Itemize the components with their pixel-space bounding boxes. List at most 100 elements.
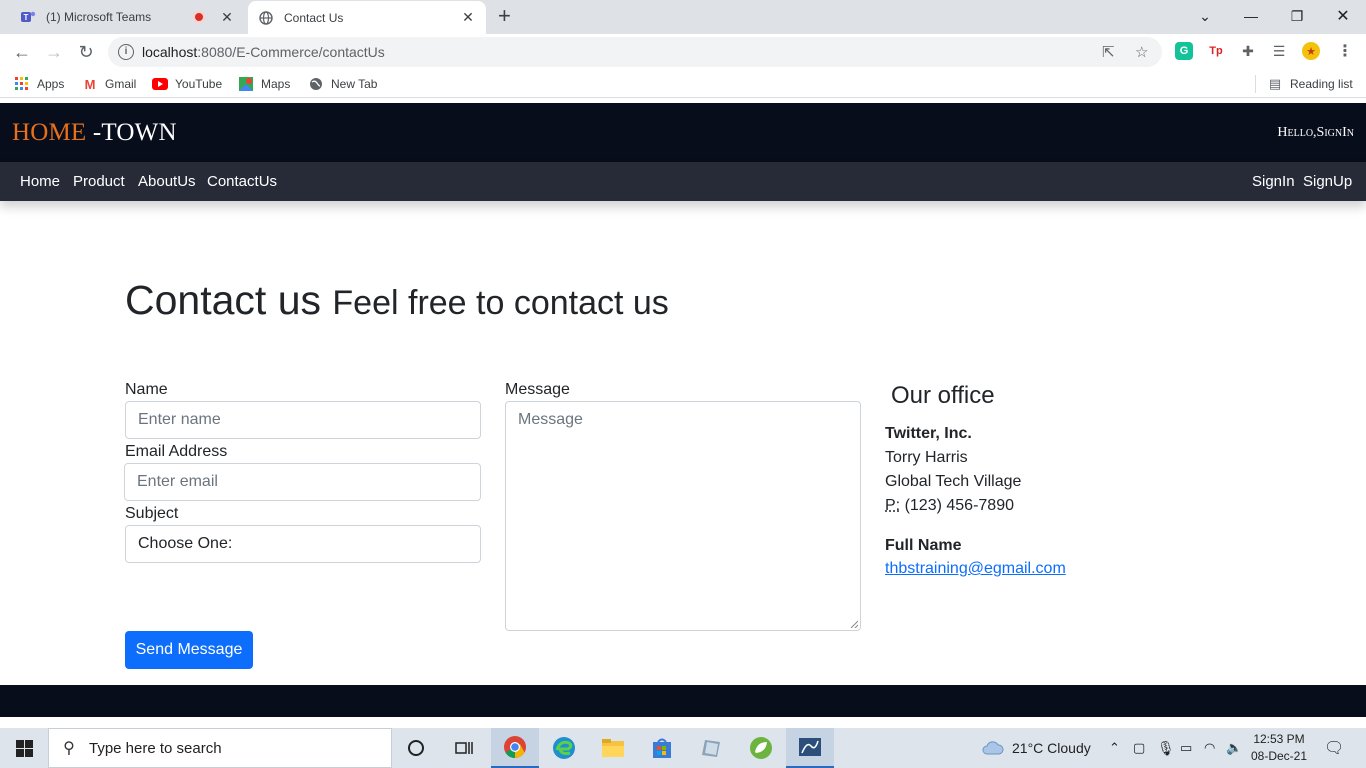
page-subtitle: Feel free to contact us <box>332 284 669 322</box>
minimize-button[interactable]: — <box>1228 0 1274 32</box>
office-address-line1: Torry Harris <box>885 449 968 466</box>
bookmark-star-icon[interactable]: ☆ <box>1135 43 1148 61</box>
back-arrow-icon[interactable]: ← <box>10 40 34 64</box>
clock-date: 08-Dec-21 <box>1250 749 1308 763</box>
new-tab-button[interactable]: + <box>498 5 511 27</box>
close-window-button[interactable]: ✕ <box>1320 0 1366 32</box>
site-info-icon[interactable]: i <box>118 44 134 60</box>
restore-button[interactable]: ❐ <box>1274 0 1320 32</box>
close-tab-icon[interactable]: ✕ <box>219 9 235 26</box>
reading-list-button[interactable]: ▤ Reading list <box>1267 76 1353 92</box>
grammarly-icon[interactable]: G <box>1175 42 1193 60</box>
tp-icon[interactable]: Tp <box>1207 42 1225 60</box>
battery-icon[interactable]: ▭ <box>1180 728 1192 768</box>
phone-number: (123) 456-7890 <box>900 497 1014 514</box>
resize-handle-icon[interactable] <box>850 620 858 628</box>
tab-search-chevron-icon[interactable]: ⌄ <box>1182 0 1228 32</box>
forward-arrow-icon[interactable]: → <box>42 40 66 64</box>
menu-dots-icon[interactable]: ⋮ <box>1336 42 1354 60</box>
tab-label: (1) Microsoft Teams <box>46 10 152 24</box>
globe-icon <box>258 10 274 26</box>
system-clock[interactable]: 12:53 PM 08-Dec-21 <box>1248 731 1310 765</box>
close-tab-icon[interactable]: ✕ <box>460 9 476 26</box>
volume-icon[interactable]: 🔈 <box>1226 728 1242 768</box>
nav-aboutus[interactable]: AboutUs <box>138 173 196 190</box>
apps-grid-icon <box>14 76 30 92</box>
taskbar-search-box[interactable]: ⚲ Type here to search <box>48 728 392 768</box>
subject-select[interactable]: Choose One: <box>125 525 481 563</box>
windows-taskbar: ⚲ Type here to search 21°C Cloudy ⌃ ▢ 🎙 … <box>0 728 1366 768</box>
windows-start-button[interactable] <box>0 728 48 768</box>
notebook-app-icon[interactable] <box>687 728 735 768</box>
greeting-link[interactable]: Hello,SignIn <box>1277 125 1354 141</box>
meet-now-icon[interactable]: ▢ <box>1133 728 1145 768</box>
tab-microsoft-teams[interactable]: T (1) Microsoft Teams ✕ <box>10 1 245 33</box>
profile-icon[interactable]: ★ <box>1302 42 1320 60</box>
email-label: Email Address <box>125 443 228 460</box>
share-icon[interactable]: ⇱ <box>1102 43 1115 61</box>
sql-tool-icon[interactable] <box>786 728 834 768</box>
bookmark-gmail[interactable]: M Gmail <box>82 76 137 92</box>
cortana-icon[interactable] <box>392 728 440 768</box>
nav-signin[interactable]: SignIn <box>1252 173 1295 190</box>
message-placeholder: Message <box>518 411 583 428</box>
tab-label: Contact Us <box>284 10 344 25</box>
reload-icon[interactable]: ↻ <box>74 40 98 64</box>
clock-time: 12:53 PM <box>1253 732 1305 746</box>
weather-text: 21°C Cloudy <box>1012 740 1091 756</box>
store-icon[interactable] <box>638 728 686 768</box>
brand-town-text: -TOWN <box>86 119 177 146</box>
nav-product[interactable]: Product <box>73 173 125 190</box>
edge-taskbar-icon[interactable] <box>540 728 588 768</box>
nav-signup[interactable]: SignUp <box>1303 173 1352 190</box>
spring-tool-icon[interactable] <box>737 728 785 768</box>
svg-text:T: T <box>24 13 29 22</box>
notifications-icon[interactable]: 🗨 <box>1324 728 1344 768</box>
tab-contact-us[interactable]: Contact Us ✕ <box>248 1 486 34</box>
name-label: Name <box>125 381 168 398</box>
browser-toolbar: ← → ↻ i localhost:8080/E-Commerce/contac… <box>0 34 1366 70</box>
send-message-button[interactable]: Send Message <box>125 631 253 669</box>
brand-logo[interactable]: HOME -TOWN <box>12 119 177 147</box>
bookmark-label: Apps <box>37 77 65 91</box>
page-title: Contact us Feel free to contact us <box>125 277 669 324</box>
bookmark-apps[interactable]: Apps <box>14 76 64 92</box>
bookmarks-bar: Apps M Gmail YouTube Maps New Tab ▤ Read… <box>0 70 1366 98</box>
main-nav: Home Product AboutUs ContactUs SignIn Si… <box>0 162 1366 201</box>
email-input[interactable]: Enter email <box>124 463 481 501</box>
search-placeholder: Type here to search <box>89 739 222 757</box>
bookmark-youtube[interactable]: YouTube <box>152 76 222 92</box>
browser-tab-strip: T (1) Microsoft Teams ✕ Contact Us ✕ + ⌄… <box>0 0 1366 34</box>
message-textarea[interactable]: Message <box>505 401 861 631</box>
bookmark-maps[interactable]: Maps <box>238 76 290 92</box>
office-company: Twitter, Inc. <box>885 425 972 442</box>
microphone-icon[interactable]: 🎙 <box>1157 728 1175 768</box>
office-email-link[interactable]: thbstraining@egmail.com <box>885 560 1066 578</box>
task-view-icon[interactable] <box>440 728 488 768</box>
nav-contactus[interactable]: ContactUs <box>207 173 277 190</box>
bookmark-new-tab[interactable]: New Tab <box>308 76 377 92</box>
office-address-line2: Global Tech Village <box>885 473 1022 490</box>
cloud-icon <box>982 741 1004 755</box>
brand-home-text: HOME <box>12 119 87 146</box>
puzzle-icon[interactable]: ✚ <box>1239 42 1257 60</box>
file-explorer-icon[interactable] <box>589 728 637 768</box>
recording-indicator-icon <box>193 11 205 23</box>
bookmark-label: YouTube <box>175 77 223 91</box>
media-icon[interactable]: ☰ <box>1270 42 1288 60</box>
maps-icon <box>238 76 254 92</box>
chrome-taskbar-icon[interactable] <box>491 728 539 768</box>
bookmark-label: Gmail <box>105 77 137 91</box>
site-header: HOME -TOWN Hello,SignIn <box>0 103 1366 162</box>
name-input[interactable]: Enter name <box>125 401 481 439</box>
nav-home[interactable]: Home <box>20 173 60 190</box>
message-label: Message <box>505 381 570 398</box>
wifi-icon[interactable]: ◠ <box>1204 728 1215 768</box>
subject-label: Subject <box>125 505 179 522</box>
address-bar[interactable]: i localhost:8080/E-Commerce/contactUs ⇱ … <box>108 37 1162 67</box>
site-footer <box>0 685 1366 717</box>
show-hidden-icons-chevron-icon[interactable]: ⌃ <box>1109 728 1120 768</box>
weather-widget[interactable]: 21°C Cloudy <box>982 728 1091 768</box>
gmail-icon: M <box>84 76 96 92</box>
office-phone: P: (123) 456-7890 <box>885 497 1014 515</box>
